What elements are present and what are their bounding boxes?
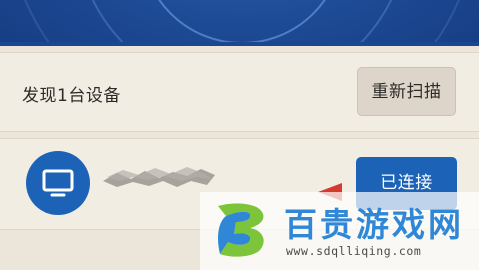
device-avatar [26,151,90,215]
tv-icon [42,169,74,197]
radar-scan-area [0,0,479,46]
rescan-button[interactable]: 重新扫描 [357,67,456,116]
found-devices-header: 发现1台设备 重新扫描 [0,52,479,132]
site-watermark: 百贵游戏网 www.sdqlliqing.com [200,192,479,270]
device-name-redacted [103,167,215,187]
watermark-logo [218,203,264,257]
found-devices-count: 发现1台设备 [22,86,121,106]
radar-edge [0,42,479,46]
device-scan-screen: 发现1台设备 重新扫描 已连接 百贵游戏网 www.sdqlliqing.com [0,0,479,270]
watermark-title: 百贵游戏网 [284,205,464,244]
watermark-url: www.sdqlliqing.com [286,244,422,258]
